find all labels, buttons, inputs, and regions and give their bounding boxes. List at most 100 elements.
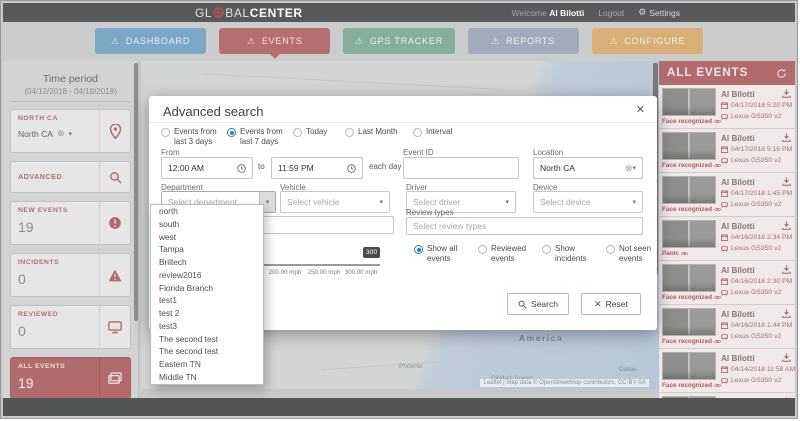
reset-button[interactable]: ✕ Reset <box>581 293 641 315</box>
event-list-item[interactable]: Face recognized Al Bilotti 04/16/2018 2:… <box>659 261 795 305</box>
download-icon[interactable] <box>782 353 791 362</box>
location-card: NORTH CA North CA ⊗ ▾ <box>10 109 131 153</box>
event-tag: Panic <box>662 250 688 257</box>
location-card-label: NORTH CA <box>18 115 92 122</box>
dropdown-option[interactable]: south <box>151 218 263 231</box>
event-user-name: Al Bilotti <box>721 134 755 143</box>
download-icon[interactable] <box>782 133 791 142</box>
dropdown-option[interactable]: review2016 <box>151 269 263 282</box>
event-device: Lexus GS350 v2 <box>721 333 781 340</box>
event-device: Lexus GS350 v2 <box>721 113 781 120</box>
nav-button-icon: ⚠ <box>247 36 256 47</box>
counter-label: ALL EVENTS <box>18 363 92 370</box>
search-icon <box>518 300 527 309</box>
to-time-input[interactable]: 11:59 PM <box>271 157 363 179</box>
radio-label: Interval <box>426 127 452 137</box>
radio-icon[interactable] <box>606 245 615 254</box>
radio-label: Reviewed events <box>491 244 534 265</box>
download-icon[interactable] <box>782 309 791 318</box>
search-button[interactable]: Search <box>507 293 569 315</box>
radio-icon[interactable] <box>478 245 487 254</box>
settings-link[interactable]: ⚙Settings <box>638 7 680 18</box>
dropdown-option[interactable]: test3 <box>151 320 263 333</box>
radio-option[interactable]: Not seen events <box>606 244 662 265</box>
radio-option[interactable]: Last Month <box>345 127 407 148</box>
counter-card-all-events[interactable]: ALL EVENTS 19 <box>10 357 131 399</box>
radio-icon[interactable] <box>542 245 551 254</box>
dropdown-option[interactable]: Florida Branch <box>151 282 263 295</box>
nav-button[interactable]: ⚠ EVENTS <box>219 28 330 54</box>
location-select[interactable]: North CA ⊗ ▾ <box>18 128 92 139</box>
event-tag: Face recognized <box>662 382 721 389</box>
radio-option[interactable]: Events from last 7 days <box>227 127 287 148</box>
radio-icon[interactable] <box>293 128 302 137</box>
calendar-icon <box>721 146 728 153</box>
event-list-item[interactable]: Panic Al Bilotti 04/16/2018 2:34 PM Lexu… <box>659 217 795 261</box>
review-types-label: Review types <box>406 208 454 217</box>
monitor-icon <box>99 306 130 348</box>
counter-card-reviewed[interactable]: REVIEWED 0 <box>10 305 131 349</box>
event-list-item[interactable]: Face recognized Al Bilotti 04/17/2018 5:… <box>659 129 795 173</box>
nav-button[interactable]: ⚠ CONFIGURE <box>592 28 703 54</box>
calendar-icon <box>721 278 728 285</box>
all-events-header: ALL EVENTS <box>659 61 795 85</box>
event-list-item[interactable]: Face recognized Al Bilotti 04/17/2018 1:… <box>659 173 795 217</box>
advanced-search-card[interactable]: ADVANCED SEARCH <box>10 161 131 193</box>
radio-option[interactable]: Today <box>293 127 339 148</box>
top-bar: GL BAL CENTER Welcome Al Bilotti Logout … <box>3 3 795 22</box>
event-date: 04/16/2018 2:34 PM <box>721 234 792 241</box>
dropdown-option[interactable]: test1 <box>151 294 263 307</box>
clear-location-icon[interactable]: ⊗ <box>57 128 65 139</box>
map-border-line <box>321 353 560 371</box>
speed-tick: 200.00 mph <box>265 269 305 276</box>
download-icon[interactable] <box>782 221 791 230</box>
radio-icon[interactable] <box>414 245 423 254</box>
dropdown-option[interactable]: The second test <box>151 345 263 358</box>
close-icon[interactable]: ✕ <box>636 103 645 116</box>
event-thumbnail <box>662 132 716 160</box>
sidebar-scrollbar[interactable] <box>134 63 138 321</box>
download-icon[interactable] <box>782 89 791 98</box>
event-list-item[interactable]: Face recognized Al Bilotti 04/16/2018 1:… <box>659 305 795 349</box>
event-list-item[interactable]: Face recognized Al Bilotti 04/17/2018 5:… <box>659 85 795 129</box>
logout-link[interactable]: Logout <box>598 8 624 18</box>
dropdown-option[interactable]: Briltech <box>151 256 263 269</box>
counter-label: NEW EVENTS <box>18 207 92 214</box>
radio-icon[interactable] <box>345 128 354 137</box>
download-icon[interactable] <box>782 177 791 186</box>
radio-option[interactable]: Events from last 3 days <box>161 127 221 148</box>
event-id-input[interactable] <box>403 157 519 179</box>
counter-card-incidents[interactable]: INCIDENTS 0 <box>10 253 131 297</box>
counter-card-new-events[interactable]: NEW EVENTS 19 <box>10 201 131 245</box>
dropdown-option[interactable]: Tampa <box>151 243 263 256</box>
radio-option[interactable]: Show incidents <box>542 244 598 265</box>
dropdown-option[interactable]: test 2 <box>151 307 263 320</box>
nav-button[interactable]: ⚠ REPORTS <box>468 28 579 54</box>
from-time-input[interactable]: 12:00 AM <box>161 157 253 179</box>
all-events-title: ALL EVENTS <box>667 67 776 79</box>
nav-button[interactable]: ⚠ DASHBOARD <box>95 28 206 54</box>
dropdown-option[interactable]: The second test <box>151 333 263 346</box>
dropdown-option[interactable]: west <box>151 231 263 244</box>
refresh-icon[interactable] <box>776 68 787 79</box>
radio-icon[interactable] <box>413 128 422 137</box>
calendar-icon <box>721 190 728 197</box>
dropdown-option[interactable]: north <box>151 205 263 218</box>
device-select[interactable]: Select device ▾ <box>533 191 643 213</box>
event-id-label: Event ID <box>403 148 434 157</box>
download-icon[interactable] <box>782 265 791 274</box>
vehicle-select[interactable]: Select vehicle ▾ <box>280 191 390 213</box>
location-select[interactable]: North CA ⊗ ▾ <box>533 157 643 179</box>
dropdown-option[interactable]: Eastern TN <box>151 358 263 371</box>
chevron-down-icon: ▾ <box>69 130 73 138</box>
radio-option[interactable]: Reviewed events <box>478 244 534 265</box>
dropdown-option[interactable]: Middle TN <box>151 371 263 384</box>
radio-icon[interactable] <box>227 128 236 137</box>
event-list-item[interactable]: Face recognized Al Bilotti 04/14/2018 11… <box>659 349 795 393</box>
radio-option[interactable]: Show all events <box>414 244 470 265</box>
nav-button[interactable]: ⚠ GPS TRACKER <box>343 28 454 54</box>
radio-option[interactable]: Interval <box>413 127 463 148</box>
review-types-input[interactable]: Select review types <box>406 217 643 235</box>
radio-icon[interactable] <box>161 128 170 137</box>
clear-location-icon[interactable]: ⊗ <box>625 163 633 174</box>
